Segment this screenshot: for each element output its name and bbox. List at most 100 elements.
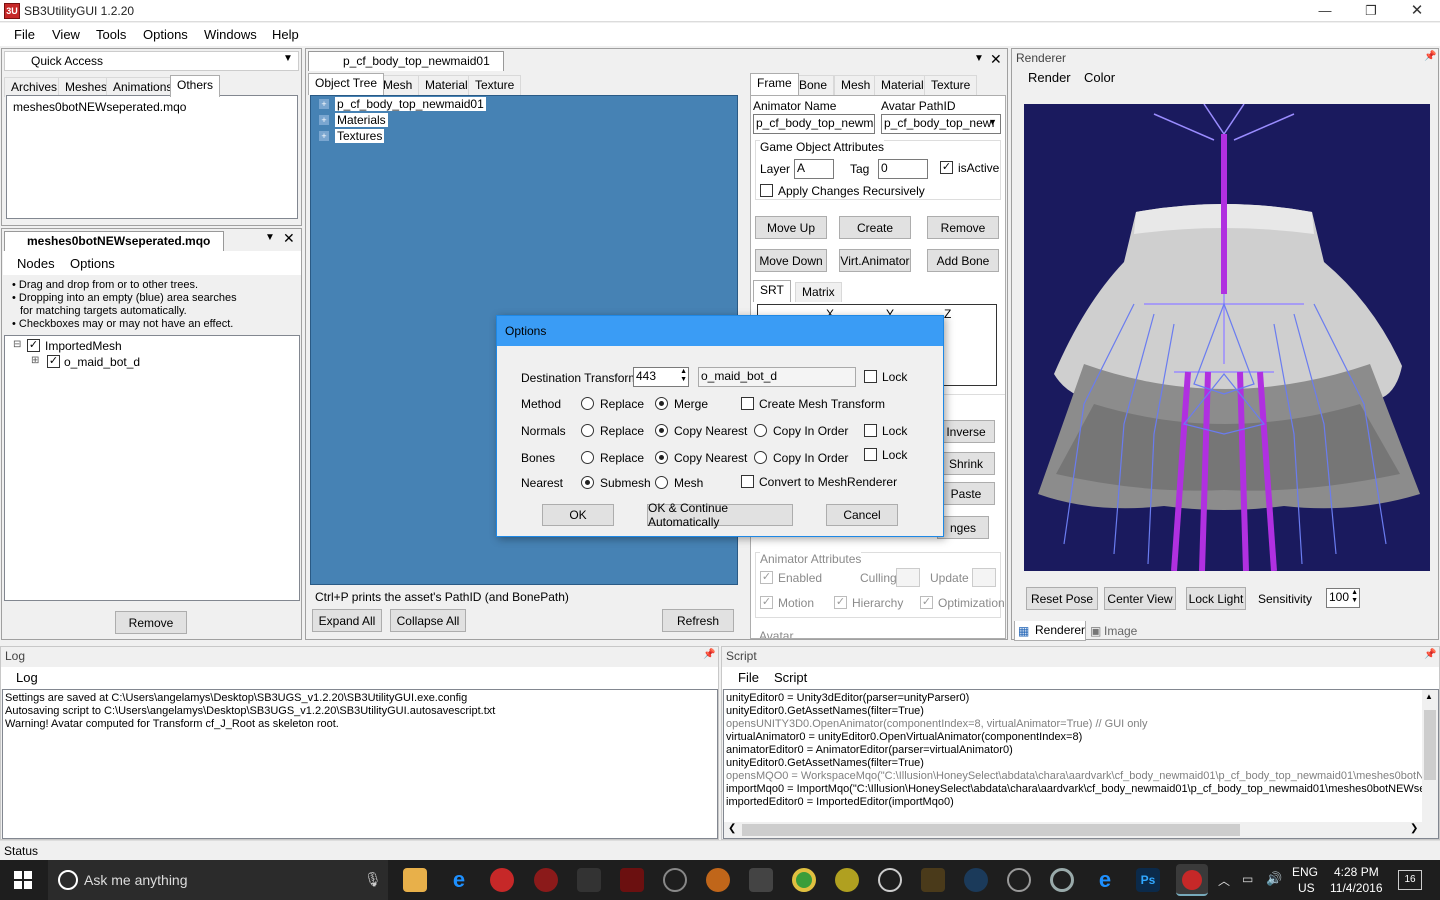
menu-nodes[interactable]: Nodes — [17, 256, 55, 271]
mqo-doc-tab[interactable]: meshes0botNEWseperated.mqo — [4, 231, 224, 251]
method-merge-radio[interactable] — [655, 397, 668, 410]
remove-button[interactable]: Remove — [927, 216, 999, 239]
culling-input[interactable] — [896, 568, 920, 587]
shrink-button[interactable]: Shrink — [937, 452, 995, 475]
menu-file[interactable]: File — [738, 670, 759, 685]
bones-replace-radio[interactable] — [581, 451, 594, 464]
create-button[interactable]: Create — [839, 216, 911, 239]
isactive-checkbox[interactable]: ✓ — [940, 161, 953, 174]
motion-checkbox[interactable]: ✓ — [760, 596, 773, 609]
update-input[interactable] — [972, 568, 996, 587]
3d-viewport[interactable] — [1024, 104, 1430, 571]
tab-texture[interactable]: Texture — [924, 75, 978, 95]
destination-name-field[interactable]: o_maid_bot_d — [698, 367, 856, 387]
enabled-checkbox[interactable]: ✓ — [760, 571, 773, 584]
pin-icon[interactable]: 📌 — [1424, 51, 1436, 62]
chevron-down-icon[interactable]: ▼ — [265, 232, 275, 243]
app-icon-dark-red[interactable] — [534, 868, 558, 892]
pin-icon[interactable]: 📌 — [1424, 649, 1436, 660]
app-icon-ring[interactable] — [663, 868, 687, 892]
menu-windows[interactable]: Windows — [204, 27, 257, 42]
app-icon-leaf[interactable] — [835, 868, 859, 892]
vertical-scrollbar[interactable]: ▲ — [1422, 690, 1438, 822]
nearest-mesh-radio[interactable] — [655, 476, 668, 489]
paste-button[interactable]: Paste — [937, 482, 995, 505]
method-replace-radio[interactable] — [581, 397, 594, 410]
close-icon[interactable]: ✕ — [283, 230, 295, 247]
photoshop-icon[interactable]: Ps — [1136, 868, 1160, 892]
collapse-all-button[interactable]: Collapse All — [390, 609, 466, 632]
app-icon-orange[interactable] — [706, 868, 730, 892]
others-list[interactable]: meshes0botNEWseperated.mqo — [6, 95, 298, 219]
chevron-left-icon[interactable]: ❮ — [728, 823, 736, 834]
create-mesh-transform-checkbox[interactable] — [741, 397, 754, 410]
app-icon-gear[interactable] — [878, 868, 902, 892]
chevron-right-icon[interactable]: ❯ — [1410, 823, 1418, 834]
cancel-button[interactable]: Cancel — [826, 504, 898, 526]
menu-options[interactable]: Options — [143, 27, 188, 42]
menu-file[interactable]: File — [14, 27, 35, 42]
editor-doc-tab[interactable]: p_cf_body_top_newmaid01 — [308, 51, 504, 71]
expand-icon[interactable]: + — [319, 115, 329, 125]
layer-input[interactable]: A — [794, 159, 834, 179]
tab-animations[interactable]: Animations — [106, 77, 180, 97]
hierarchy-checkbox[interactable]: ✓ — [834, 596, 847, 609]
normals-copy-nearest-radio[interactable] — [655, 424, 668, 437]
internet-explorer-icon[interactable]: e — [447, 868, 471, 892]
chevron-up-icon[interactable]: ︿ — [1218, 872, 1230, 889]
checkbox[interactable]: ✓ — [47, 355, 60, 368]
tab-others[interactable]: Others — [170, 75, 221, 97]
volume-icon[interactable]: 🔊 — [1266, 871, 1282, 887]
cortana-search-box[interactable]: Ask me anything 🎙 — [48, 860, 388, 900]
sb3ugs-taskbar-icon[interactable] — [1176, 864, 1208, 896]
tab-matrix[interactable]: Matrix — [795, 282, 842, 302]
steam-icon[interactable] — [964, 868, 988, 892]
normals-lock-checkbox[interactable] — [864, 424, 877, 437]
menu-tools[interactable]: Tools — [96, 27, 126, 42]
expand-all-button[interactable]: Expand All — [312, 609, 382, 632]
tab-srt[interactable]: SRT — [753, 280, 791, 302]
app-icon-fsw[interactable] — [749, 868, 773, 892]
restore-icon[interactable]: ❐ — [1348, 0, 1394, 22]
log-text[interactable]: Settings are saved at C:\Users\angelamys… — [2, 689, 718, 839]
edge-icon[interactable]: e — [1093, 868, 1117, 892]
chevron-up-icon[interactable]: ▲ — [1425, 692, 1433, 701]
bones-copy-order-radio[interactable] — [754, 451, 767, 464]
microphone-icon[interactable]: 🎙 — [364, 871, 382, 888]
destination-lock-checkbox[interactable] — [864, 370, 877, 383]
app-icon-hood[interactable] — [577, 868, 601, 892]
app-icon-red[interactable] — [490, 868, 514, 892]
tree-node-mesh[interactable]: o_maid_bot_d — [64, 355, 140, 369]
tab-material[interactable]: Material — [874, 75, 931, 95]
bones-lock-checkbox[interactable] — [864, 448, 877, 461]
file-explorer-icon[interactable] — [403, 868, 427, 892]
mqo-tree[interactable]: ⊟ ✓ ImportedMesh ⊞ ✓ o_maid_bot_d — [4, 335, 300, 601]
virt-animator-button[interactable]: Virt.Animator — [839, 249, 911, 272]
menu-log[interactable]: Log — [16, 670, 38, 685]
windows-start-icon[interactable] — [14, 871, 32, 889]
expand-icon[interactable]: ⊞ — [31, 355, 39, 366]
tab-object-tree[interactable]: Object Tree — [308, 73, 385, 95]
tree-node-imported-mesh[interactable]: ImportedMesh — [45, 339, 122, 353]
convert-mesh-renderer-checkbox[interactable] — [741, 475, 754, 488]
menu-color[interactable]: Color — [1084, 70, 1115, 85]
chevron-down-icon[interactable]: ▼ — [283, 53, 293, 64]
menu-view[interactable]: View — [52, 27, 80, 42]
sensitivity-stepper[interactable]: 100 ▲ ▼ — [1326, 588, 1360, 608]
collapse-icon[interactable]: ⊟ — [13, 339, 21, 350]
add-bone-button[interactable]: Add Bone — [927, 249, 999, 272]
clock-date[interactable]: 11/4/2016 — [1330, 881, 1383, 895]
network-icon[interactable]: ▭ — [1242, 872, 1253, 886]
minimize-icon[interactable]: — — [1302, 0, 1348, 22]
tab-image[interactable]: Image — [1104, 624, 1137, 638]
normals-copy-order-radio[interactable] — [754, 424, 767, 437]
tab-texture[interactable]: Texture — [468, 75, 522, 95]
tree-node-textures[interactable]: Textures — [335, 129, 385, 143]
menu-script[interactable]: Script — [774, 670, 807, 685]
optimization-checkbox[interactable]: ✓ — [920, 596, 933, 609]
menu-options[interactable]: Options — [70, 256, 115, 271]
changes-button[interactable]: nges — [937, 516, 989, 539]
chevron-down-icon[interactable]: ▼ — [974, 53, 984, 64]
pin-icon[interactable]: 📌 — [703, 649, 715, 660]
tab-frame[interactable]: Frame — [750, 73, 799, 95]
